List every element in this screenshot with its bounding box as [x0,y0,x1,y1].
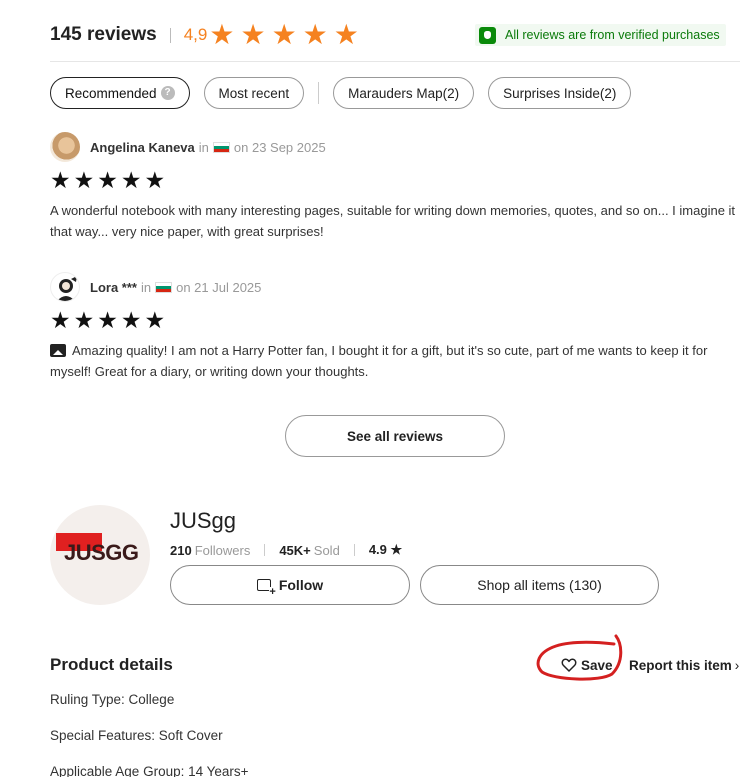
star-icon: ★ [333,18,359,51]
star-icon: ★ [120,308,142,334]
star-icon: ★ [73,308,95,334]
star-icon: ★ [144,308,166,334]
chevron-right-icon: › [734,657,740,673]
photo-icon[interactable] [50,344,66,357]
bulgaria-flag-icon [155,281,173,293]
review-stars: ★ ★ ★ ★ ★ [50,169,740,193]
star-icon: ★ [97,308,118,334]
detail-special-features: Special Features: Soft Cover [50,728,223,743]
follow-store-icon [256,579,276,597]
star-icon: ★ [73,168,95,194]
review-meta: Angelina Kaneva in on 23 Sep 2025 [50,131,740,163]
in-label: in [198,139,209,155]
filter-divider [318,82,320,104]
product-details-title: Product details [50,655,173,674]
filter-tag-marauders-map[interactable]: Marauders Map(2) [333,77,475,109]
stat-separator [353,544,355,556]
star-icon: ★ [302,18,328,51]
follow-label: Follow [278,577,324,593]
avatar-illustration [57,276,77,301]
star-icon: ★ [97,168,118,194]
shop-logo[interactable]: JUSGG [50,505,150,605]
review-item: Lora *** in on 21 Jul 2025 ★ ★ ★ ★ ★ Ama… [50,271,740,382]
star-icon: ★ [240,18,266,51]
verified-shield-icon [479,26,496,44]
review-date: on 21 Jul 2025 [176,279,262,295]
review-item: Angelina Kaneva in on 23 Sep 2025 ★ ★ ★ … [50,131,740,242]
verified-text: All reviews are from verified purchases [505,28,720,42]
shop-all-items-button[interactable]: Shop all items (130) [420,565,659,605]
heart-icon [561,658,577,672]
sold-count: 45K+ [279,542,311,558]
avatar [50,272,80,302]
in-label: in [140,279,152,295]
review-stars: ★ ★ ★ ★ ★ [50,309,740,333]
star-icon: ★ [271,18,297,51]
star-icon: ★ [50,168,71,194]
star-icon: ★ [144,168,166,194]
reviewer-name: Lora *** [90,279,137,295]
followers-label: Followers [194,542,251,558]
sold-label: Sold [313,542,340,558]
rating-stars: ★ ★ ★ ★ ★ [209,21,359,49]
see-all-reviews-button[interactable]: See all reviews [285,415,505,457]
followers-count: 210 [170,542,192,558]
shop-stats: 210 Followers 45K+ Sold 4.9 ★ [170,541,402,559]
review-filters: Recommended ? Most recent Marauders Map(… [50,77,645,109]
filter-recommended[interactable]: Recommended ? [50,77,190,109]
review-text-wrapper: Amazing quality! I am not a Harry Potter… [50,340,740,382]
verified-purchases-badge: All reviews are from verified purchases [475,24,726,46]
save-button[interactable]: Save [560,655,613,675]
avatar [50,132,80,162]
review-text: Amazing quality! I am not a Harry Potter… [50,343,708,379]
review-meta: Lora *** in on 21 Jul 2025 [50,271,740,303]
logo-text: JUSGG [64,540,139,565]
review-date: on 23 Sep 2025 [233,139,326,155]
review-count: 145 reviews [50,24,157,45]
header-separator [169,27,171,43]
filter-most-recent[interactable]: Most recent [203,77,305,109]
average-rating: 4,9 [183,25,208,44]
filter-recommended-label: Recommended [65,85,157,101]
stat-separator [264,544,266,556]
shop-name[interactable]: JUSgg [170,508,236,534]
review-text: A wonderful notebook with many interesti… [50,203,736,239]
detail-ruling-type: Ruling Type: College [50,692,175,707]
bulgaria-flag-icon [212,141,230,153]
report-item-link[interactable]: Report this item › [629,655,739,675]
header-divider [50,61,740,62]
reviews-header: 145 reviews 4,9 ★ ★ ★ ★ ★ [50,20,359,50]
shop-rating: 4.9 ★ [368,542,403,557]
detail-age-group: Applicable Age Group: 14 Years+ [50,764,249,777]
star-icon: ★ [120,168,142,194]
reviewer-name: Angelina Kaneva [90,139,195,155]
star-icon: ★ [209,18,235,51]
report-label: Report this item [629,657,732,673]
save-label: Save [581,657,613,673]
help-icon[interactable]: ? [160,86,175,100]
follow-button[interactable]: Follow [170,565,410,605]
filter-tag-surprises-inside[interactable]: Surprises Inside(2) [488,77,632,109]
star-icon: ★ [50,308,71,334]
